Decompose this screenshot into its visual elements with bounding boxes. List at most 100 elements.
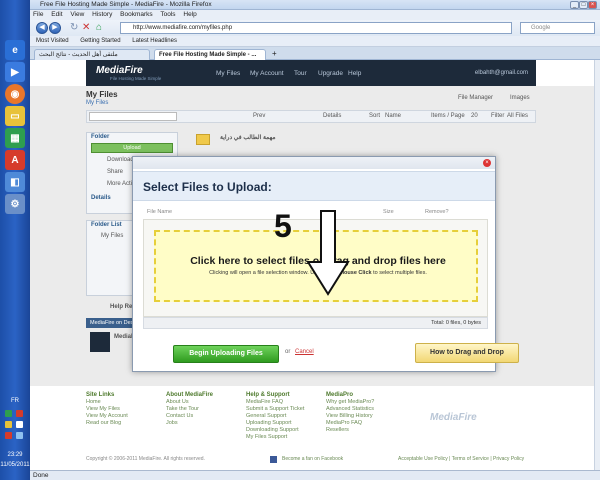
firefox-icon[interactable]: ◉ bbox=[5, 84, 25, 104]
footer-link[interactable]: View My Account bbox=[86, 413, 166, 420]
footer-link[interactable]: Advanced Statistics bbox=[326, 406, 406, 413]
footer-link[interactable]: MediaFire FAQ bbox=[246, 399, 326, 406]
pdf-icon[interactable]: A bbox=[5, 150, 25, 170]
footer-heading: Site Links bbox=[86, 392, 115, 398]
vertical-scrollbar[interactable] bbox=[594, 60, 600, 470]
media-player-icon[interactable]: ▶ bbox=[5, 62, 25, 82]
begin-upload-button[interactable]: Begin Uploading Files bbox=[173, 345, 279, 363]
reload-icon[interactable]: ↻ bbox=[70, 22, 78, 33]
facebook-icon[interactable] bbox=[270, 456, 277, 463]
menu-edit[interactable]: Edit bbox=[51, 11, 62, 18]
folder-tree-my-files[interactable]: My Files bbox=[101, 233, 123, 239]
file-manager-link[interactable]: File Manager bbox=[458, 95, 493, 101]
share-button[interactable]: Share bbox=[107, 169, 123, 175]
sort-select[interactable]: Name bbox=[385, 113, 401, 119]
tray-icon[interactable] bbox=[16, 421, 23, 428]
nav-tour[interactable]: Tour bbox=[294, 70, 307, 77]
footer-link[interactable]: Take the Tour bbox=[166, 406, 246, 413]
items-page-select[interactable]: 20 bbox=[471, 113, 478, 119]
footer-link[interactable]: MediaPro FAQ bbox=[326, 420, 406, 427]
language-indicator[interactable]: FR bbox=[0, 398, 30, 404]
footer-link[interactable]: General Support bbox=[246, 413, 326, 420]
home-icon[interactable]: ⌂ bbox=[96, 22, 102, 33]
window-title: Free File Hosting Made Simple - MediaFir… bbox=[40, 1, 212, 8]
col-file-name: File Name bbox=[147, 209, 173, 215]
desktop-app-icon[interactable] bbox=[90, 332, 110, 352]
breadcrumb[interactable]: My Files bbox=[86, 100, 108, 106]
footer-link[interactable]: Uploading Support bbox=[246, 420, 326, 427]
tray-icon[interactable] bbox=[16, 410, 23, 417]
dialog-topbar: × bbox=[133, 157, 495, 169]
nav-help[interactable]: Help bbox=[348, 70, 361, 77]
footer-link[interactable]: Downloading Support bbox=[246, 427, 326, 434]
nav-upgrade[interactable]: Upgrade bbox=[318, 70, 343, 77]
upload-button[interactable]: Upload bbox=[91, 143, 173, 153]
forward-icon[interactable]: ▶ bbox=[49, 22, 61, 34]
window-icon[interactable]: ◧ bbox=[5, 172, 25, 192]
minimize-icon[interactable]: _ bbox=[570, 1, 579, 9]
step-number: 5 bbox=[274, 208, 292, 244]
folder-list-title: Folder List bbox=[91, 222, 122, 228]
details-button[interactable]: Details bbox=[323, 113, 341, 119]
footer-link[interactable]: Submit a Support Ticket bbox=[246, 406, 326, 413]
tray-icon[interactable] bbox=[5, 410, 12, 417]
filter-select[interactable]: All Files bbox=[507, 113, 528, 119]
window-titlebar: Free File Hosting Made Simple - MediaFir… bbox=[30, 0, 600, 10]
footer-link[interactable]: Home bbox=[86, 399, 166, 406]
menu-history[interactable]: History bbox=[92, 11, 112, 18]
back-icon[interactable]: ◀ bbox=[36, 22, 48, 34]
menu-file[interactable]: File bbox=[33, 11, 43, 18]
files-search-input[interactable] bbox=[89, 112, 177, 121]
footer-link[interactable]: View Billing History bbox=[326, 413, 406, 420]
download-button[interactable]: Download bbox=[107, 157, 134, 163]
menu-help[interactable]: Help bbox=[183, 11, 196, 18]
clock-time[interactable]: 23:29 bbox=[0, 452, 30, 458]
tray-icon[interactable] bbox=[16, 432, 23, 439]
bookmark-latest-headlines[interactable]: Latest Headlines bbox=[132, 38, 177, 44]
spreadsheet-icon[interactable]: ▦ bbox=[5, 128, 25, 148]
folder-icon[interactable]: ▭ bbox=[5, 106, 25, 126]
close-icon[interactable]: × bbox=[588, 1, 597, 9]
clock-date[interactable]: 11/05/2011 bbox=[0, 462, 30, 468]
items-page-label: Items / Page bbox=[431, 113, 465, 119]
ie-icon[interactable]: e bbox=[5, 40, 25, 60]
folder-name[interactable]: مهمة الطالب في دراية bbox=[220, 134, 276, 141]
menu-bookmarks[interactable]: Bookmarks bbox=[120, 11, 153, 18]
menu-view[interactable]: View bbox=[70, 11, 84, 18]
tray-icon[interactable] bbox=[5, 432, 12, 439]
user-email[interactable]: elbahth@gmail.com bbox=[475, 70, 528, 76]
mediafire-logo[interactable]: MediaFire bbox=[96, 65, 143, 76]
tab-mediafire[interactable]: Free File Hosting Made Simple - ... bbox=[154, 49, 266, 60]
files-toolbar: Prev Details Sort Name Items / Page 20 F… bbox=[86, 110, 536, 123]
footer-link[interactable]: Read our Blog bbox=[86, 420, 166, 427]
footer-link[interactable]: Why get MediaPro? bbox=[326, 399, 406, 406]
footer-link[interactable]: About Us bbox=[166, 399, 246, 406]
images-link[interactable]: Images bbox=[510, 95, 530, 101]
footer-link[interactable]: Resellers bbox=[326, 427, 406, 434]
stop-icon[interactable]: ✕ bbox=[82, 22, 90, 33]
how-to-drag-drop-button[interactable]: How to Drag and Drop bbox=[415, 343, 519, 363]
bookmark-getting-started[interactable]: Getting Started bbox=[80, 38, 120, 44]
footer-link[interactable]: Jobs bbox=[166, 420, 246, 427]
folder-icon[interactable] bbox=[196, 134, 210, 145]
facebook-link[interactable]: Become a fan on Facebook bbox=[282, 456, 343, 462]
tray-icon[interactable] bbox=[5, 421, 12, 428]
tools-icon[interactable]: ⚙ bbox=[5, 194, 25, 214]
new-tab-icon[interactable]: + bbox=[272, 49, 277, 58]
legal-links[interactable]: Acceptable Use Policy | Terms of Service… bbox=[398, 456, 524, 462]
footer-link[interactable]: Contact Us bbox=[166, 413, 246, 420]
cancel-link[interactable]: Cancel bbox=[295, 349, 314, 355]
footer-link[interactable]: View My Files bbox=[86, 406, 166, 413]
close-icon[interactable]: × bbox=[483, 159, 491, 167]
prev-button[interactable]: Prev bbox=[253, 113, 265, 119]
menu-bar: File Edit View History Bookmarks Tools H… bbox=[30, 10, 600, 20]
tab-arabic-forum[interactable]: ملتقى أهل الحديث - نتائج البحث bbox=[34, 49, 150, 60]
nav-my-files[interactable]: My Files bbox=[216, 70, 240, 77]
url-field[interactable]: http://www.mediafire.com/myfiles.php bbox=[120, 22, 512, 34]
nav-my-account[interactable]: My Account bbox=[250, 70, 284, 77]
search-input[interactable]: Google bbox=[520, 22, 595, 34]
footer-link[interactable]: My Files Support bbox=[246, 434, 326, 441]
bookmark-most-visited[interactable]: Most Visited bbox=[36, 38, 69, 44]
menu-tools[interactable]: Tools bbox=[160, 11, 175, 18]
maximize-icon[interactable]: □ bbox=[579, 1, 588, 9]
